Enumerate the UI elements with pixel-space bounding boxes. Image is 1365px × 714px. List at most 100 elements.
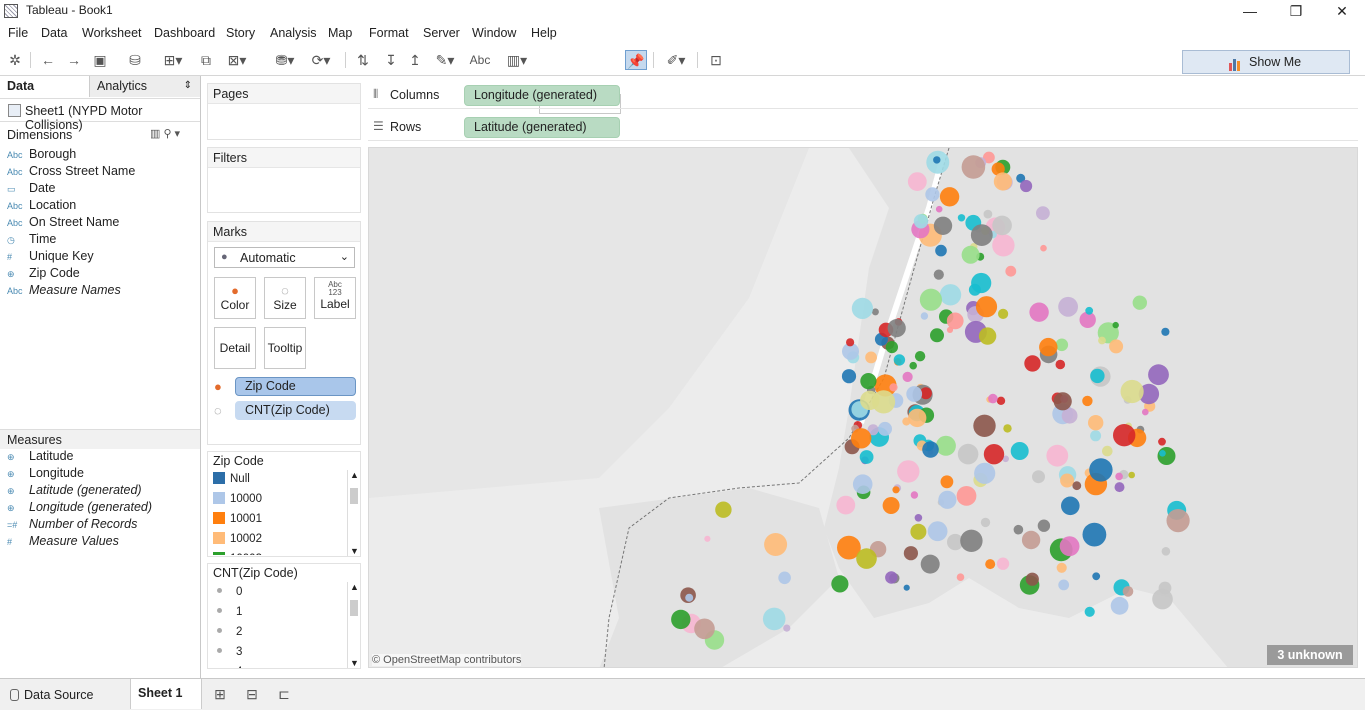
zip-code-circle[interactable] (1128, 471, 1135, 479)
zip-code-circle[interactable] (851, 428, 872, 449)
zip-code-circle[interactable] (910, 523, 927, 540)
zip-code-circle[interactable] (998, 308, 1009, 319)
zip-code-circle[interactable] (978, 327, 997, 345)
field-latitude-generated[interactable]: ⊕ Latitude (generated) (7, 482, 142, 499)
zip-code-circle[interactable] (939, 187, 960, 207)
zip-code-circle[interactable] (907, 172, 927, 191)
zip-legend-scrollbar[interactable]: ▲ ▼ (347, 470, 360, 556)
zip-code-circle[interactable] (1158, 437, 1166, 446)
zip-code-circle[interactable] (1159, 450, 1166, 457)
menu-map[interactable]: Map (328, 26, 352, 40)
legend-item[interactable]: 10003 (213, 549, 262, 555)
close-button[interactable]: ✕ (1319, 0, 1365, 22)
zip-code-circle[interactable] (920, 554, 940, 574)
zip-code-circle[interactable] (1090, 368, 1105, 384)
legend-item[interactable]: 10000 (213, 489, 262, 509)
zip-code-circle[interactable] (878, 421, 892, 436)
zip-code-circle[interactable] (865, 351, 877, 364)
zip-code-circle[interactable] (1166, 509, 1190, 533)
zip-code-circle[interactable] (778, 571, 791, 585)
zip-code-circle[interactable] (1152, 588, 1173, 610)
zip-code-circle[interactable] (961, 155, 986, 179)
field-measure-names[interactable]: Abc Measure Names (7, 282, 121, 299)
cnt-zip-code-size-pill[interactable]: CNT(Zip Code) (235, 401, 356, 420)
zip-code-circle[interactable] (910, 491, 919, 499)
zip-code-circle[interactable] (960, 529, 983, 552)
new-story-tab-icon[interactable]: ⊏ (273, 684, 295, 704)
zip-code-circle[interactable] (1112, 321, 1119, 329)
zip-code-circle[interactable] (1020, 179, 1033, 193)
zip-code-circle[interactable] (671, 609, 691, 630)
zip-code-circle[interactable] (851, 297, 873, 319)
zip-code-circle[interactable] (1082, 522, 1107, 547)
show-mark-labels-button[interactable]: Abc (467, 50, 493, 70)
tableau-logo-icon[interactable]: ✲ (4, 50, 26, 70)
zip-code-circle[interactable] (961, 245, 980, 264)
zip-code-circle[interactable] (1122, 586, 1134, 597)
duplicate-sheet-icon[interactable]: ⧉ (195, 50, 217, 70)
zip-code-circle[interactable] (956, 486, 977, 506)
zip-code-circle[interactable] (1109, 339, 1124, 354)
sort-ascending-icon[interactable]: ↧ (380, 50, 402, 70)
zip-code-circle[interactable] (925, 187, 940, 202)
swap-icon[interactable]: ⇅ (352, 50, 374, 70)
zip-code-circle[interactable] (860, 373, 877, 390)
zip-code-circle[interactable] (1061, 496, 1080, 516)
zip-code-circle[interactable] (1005, 265, 1017, 277)
zip-code-circle[interactable] (885, 571, 898, 584)
zip-code-circle[interactable] (933, 156, 941, 164)
menu-window[interactable]: Window (472, 26, 516, 40)
zip-code-circle[interactable] (1010, 442, 1029, 460)
zip-code-circle[interactable] (920, 312, 929, 320)
pause-updates-icon[interactable]: ⛃▾ (270, 50, 300, 70)
scroll-thumb[interactable] (350, 488, 358, 504)
zip-code-circle[interactable] (852, 474, 873, 495)
size-legend-item[interactable]: 3 (208, 642, 242, 662)
zip-code-circle[interactable] (971, 272, 992, 294)
zip-code-circle[interactable] (1056, 562, 1067, 573)
zip-code-circle[interactable] (1084, 606, 1095, 617)
data-source-tab[interactable]: Data Source (4, 683, 126, 707)
scroll-down-icon[interactable]: ▼ (350, 546, 359, 556)
sort-descending-icon[interactable]: ↥ (404, 50, 426, 70)
zip-code-circle[interactable] (762, 607, 786, 631)
zip-code-circle[interactable] (1053, 392, 1072, 411)
zip-code-circle[interactable] (1082, 395, 1093, 407)
zip-code-circle[interactable] (1089, 458, 1113, 482)
zip-code-color-pill[interactable]: Zip Code (235, 377, 356, 396)
scroll-down-icon[interactable]: ▼ (350, 658, 359, 668)
detail-button[interactable]: Detail (214, 327, 256, 369)
zip-code-circle[interactable] (1092, 572, 1101, 581)
field-latitude[interactable]: ⊕ Latitude (7, 448, 73, 465)
field-date[interactable]: ▭ Date (7, 180, 55, 197)
longitude-generated-pill[interactable]: Longitude (generated) (464, 85, 620, 106)
zip-code-circle[interactable] (1060, 473, 1075, 488)
zip-code-circle[interactable] (933, 216, 953, 235)
color-button[interactable]: ● Color (214, 277, 256, 319)
zip-code-circle[interactable] (974, 462, 996, 484)
zip-code-circle[interactable] (783, 624, 791, 632)
zip-code-circle[interactable] (933, 269, 944, 280)
size-legend-scrollbar[interactable]: ▲ ▼ (347, 582, 360, 668)
zip-code-circle[interactable] (1036, 206, 1050, 220)
zip-code-circle[interactable] (1120, 379, 1144, 404)
zip-code-circle[interactable] (704, 535, 711, 542)
label-button[interactable]: Abc 123 Label (314, 277, 356, 319)
new-datasource-icon[interactable]: ⛁ (124, 50, 146, 70)
zip-code-circle[interactable] (957, 214, 966, 222)
latitude-generated-pill[interactable]: Latitude (generated) (464, 117, 620, 138)
zip-code-circle[interactable] (992, 215, 1012, 236)
restore-button[interactable]: ❐ (1273, 0, 1319, 22)
field-longitude-generated[interactable]: ⊕ Longitude (generated) (7, 499, 152, 516)
zip-code-circle[interactable] (1003, 424, 1012, 433)
tooltip-button[interactable]: Tooltip (264, 327, 306, 369)
field-location[interactable]: Abc Location (7, 197, 76, 214)
zip-code-circle[interactable] (694, 618, 715, 640)
zip-code-circle[interactable] (1055, 338, 1069, 352)
pin-axes-icon[interactable]: 📌 (625, 50, 647, 70)
size-legend-item[interactable]: 1 (208, 602, 242, 622)
menu-data[interactable]: Data (41, 26, 67, 40)
zip-code-circle[interactable] (914, 514, 923, 522)
columns-shelf[interactable]: ⦀ Columns Longitude (generated) (368, 83, 1358, 109)
unknown-indicator[interactable]: 3 unknown (1267, 645, 1353, 665)
